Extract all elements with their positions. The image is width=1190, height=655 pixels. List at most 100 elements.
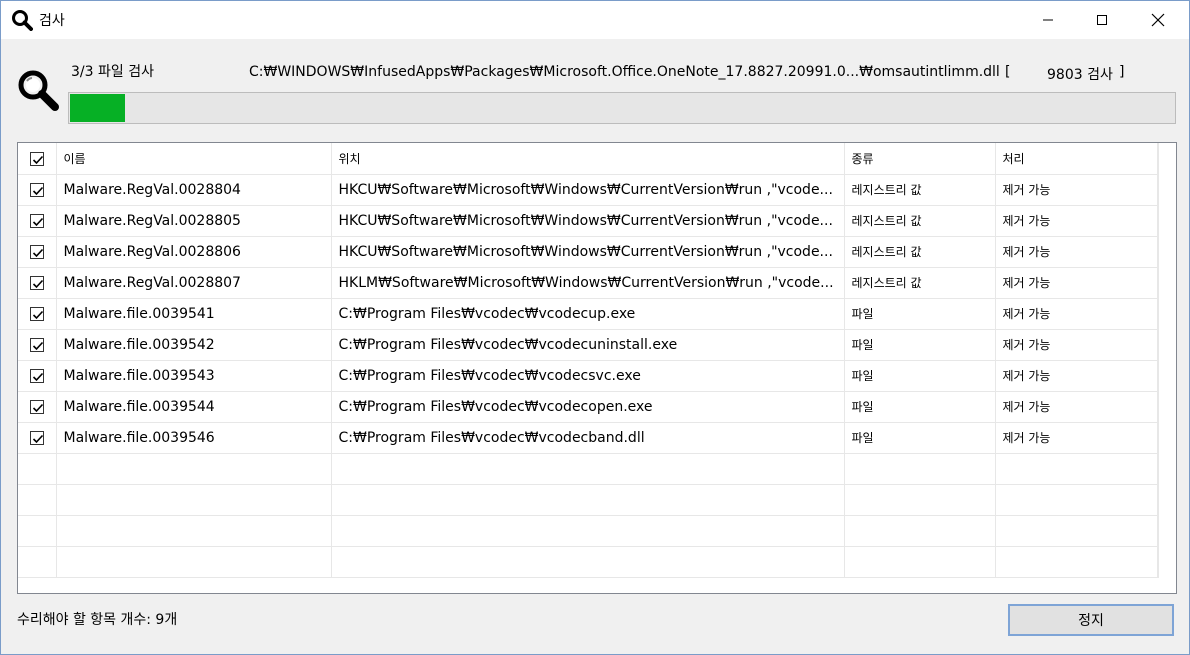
empty-cell <box>995 515 1158 547</box>
column-header-type[interactable]: 종류 <box>844 143 996 175</box>
table-row[interactable]: Malware.RegVal.0028804 HKCU₩Software₩Micr… <box>18 174 1159 206</box>
empty-cell <box>56 453 332 485</box>
scan-magnifier-icon <box>15 67 61 113</box>
row-checkbox-cell[interactable] <box>18 267 57 299</box>
row-name: Malware.file.0039544 <box>56 391 332 423</box>
row-filler <box>1157 267 1159 299</box>
minimize-button[interactable] <box>1025 1 1071 39</box>
close-icon <box>1151 13 1165 27</box>
minimize-icon <box>1043 19 1053 21</box>
maximize-icon <box>1097 15 1107 25</box>
empty-cell <box>331 484 845 516</box>
row-checkbox-cell[interactable] <box>18 236 57 268</box>
row-checkbox[interactable] <box>29 182 44 197</box>
row-checkbox[interactable] <box>29 430 44 445</box>
empty-cell <box>844 515 996 547</box>
row-checkbox-cell[interactable] <box>18 391 57 423</box>
column-header-filler <box>1157 143 1159 175</box>
close-button[interactable] <box>1135 1 1181 39</box>
row-checkbox-cell[interactable] <box>18 329 57 361</box>
row-checkbox[interactable] <box>29 275 44 290</box>
scan-progress-bar <box>68 92 1176 124</box>
empty-cell <box>331 515 845 547</box>
item-count-text: 수리해야 할 항목 개수: 9개 <box>17 612 178 628</box>
empty-cell <box>1157 546 1159 578</box>
row-filler <box>1157 174 1159 206</box>
empty-cell <box>56 546 332 578</box>
row-name: Malware.RegVal.0028807 <box>56 267 332 299</box>
row-name: Malware.file.0039542 <box>56 329 332 361</box>
table-row[interactable]: Malware.RegVal.0028806 HKCU₩Software₩Micr… <box>18 236 1159 268</box>
scan-bracket-open: [ <box>1005 64 1011 80</box>
empty-cell <box>18 453 57 485</box>
row-type: 파일 <box>844 360 996 392</box>
row-filler <box>1157 298 1159 330</box>
table-row[interactable]: Malware.file.0039543 C:₩Program Files₩vco… <box>18 360 1159 392</box>
empty-cell <box>844 453 996 485</box>
row-name: Malware.file.0039541 <box>56 298 332 330</box>
row-action: 제거 가능 <box>995 205 1158 237</box>
row-action: 제거 가능 <box>995 391 1158 423</box>
row-type: 파일 <box>844 298 996 330</box>
scan-bracket-close: ] <box>1119 64 1125 80</box>
row-type: 레지스트리 값 <box>844 267 996 299</box>
column-header-action[interactable]: 처리 <box>995 143 1158 175</box>
empty-row <box>18 546 1159 578</box>
row-name: Malware.file.0039543 <box>56 360 332 392</box>
empty-cell <box>995 453 1158 485</box>
row-checkbox-cell[interactable] <box>18 298 57 330</box>
empty-cell <box>844 484 996 516</box>
row-checkbox[interactable] <box>29 399 44 414</box>
row-name: Malware.RegVal.0028806 <box>56 236 332 268</box>
table-row[interactable]: Malware.RegVal.0028805 HKCU₩Software₩Micr… <box>18 205 1159 237</box>
empty-cell <box>1157 484 1159 516</box>
row-checkbox-cell[interactable] <box>18 174 57 206</box>
select-all-header[interactable] <box>18 143 57 175</box>
table-row[interactable]: Malware.file.0039546 C:₩Program Files₩vco… <box>18 422 1159 454</box>
scan-count-text: 3/3 파일 검사 <box>71 64 154 80</box>
results-table: 이름 위치 종류 처리 Malware.RegVal.0028804 HKCU₩S… <box>17 142 1177 594</box>
row-checkbox[interactable] <box>29 337 44 352</box>
select-all-checkbox[interactable] <box>29 151 44 166</box>
column-header-name[interactable]: 이름 <box>56 143 332 175</box>
row-name: Malware.RegVal.0028804 <box>56 174 332 206</box>
row-location: HKLM₩Software₩Microsoft₩Windows₩CurrentV… <box>331 267 845 299</box>
stop-button[interactable]: 정지 <box>1008 604 1174 636</box>
row-location: HKCU₩Software₩Microsoft₩Windows₩CurrentV… <box>331 205 845 237</box>
empty-cell <box>18 546 57 578</box>
current-scan-path: C:₩WINDOWS₩InfusedApps₩Packages₩Microsof… <box>249 64 1000 80</box>
table-row[interactable]: Malware.file.0039541 C:₩Program Files₩vco… <box>18 298 1159 330</box>
row-location: HKCU₩Software₩Microsoft₩Windows₩CurrentV… <box>331 174 845 206</box>
row-checkbox[interactable] <box>29 244 44 259</box>
maximize-button[interactable] <box>1079 1 1125 39</box>
row-checkbox-cell[interactable] <box>18 422 57 454</box>
row-name: Malware.RegVal.0028805 <box>56 205 332 237</box>
row-action: 제거 가능 <box>995 422 1158 454</box>
row-checkbox-cell[interactable] <box>18 205 57 237</box>
empty-cell <box>18 484 57 516</box>
row-checkbox[interactable] <box>29 213 44 228</box>
row-filler <box>1157 329 1159 361</box>
column-header-location[interactable]: 위치 <box>331 143 845 175</box>
row-checkbox-cell[interactable] <box>18 360 57 392</box>
table-row[interactable]: Malware.file.0039542 C:₩Program Files₩vco… <box>18 329 1159 361</box>
row-action: 제거 가능 <box>995 174 1158 206</box>
empty-cell <box>995 484 1158 516</box>
row-type: 레지스트리 값 <box>844 205 996 237</box>
table-header-row: 이름 위치 종류 처리 <box>18 143 1159 175</box>
row-checkbox[interactable] <box>29 306 44 321</box>
row-location: C:₩Program Files₩vcodec₩vcodecup.exe <box>331 298 845 330</box>
scan-window: 검사 3/3 파일 검사 C:₩WINDOWS₩InfusedApps₩Pack… <box>0 0 1190 655</box>
row-filler <box>1157 391 1159 423</box>
row-location: C:₩Program Files₩vcodec₩vcodecopen.exe <box>331 391 845 423</box>
empty-cell <box>1157 515 1159 547</box>
table-row[interactable]: Malware.file.0039544 C:₩Program Files₩vco… <box>18 391 1159 423</box>
row-action: 제거 가능 <box>995 298 1158 330</box>
empty-cell <box>331 453 845 485</box>
row-filler <box>1157 360 1159 392</box>
row-checkbox[interactable] <box>29 368 44 383</box>
table-row[interactable]: Malware.RegVal.0028807 HKLM₩Software₩Micr… <box>18 267 1159 299</box>
row-action: 제거 가능 <box>995 360 1158 392</box>
row-type: 레지스트리 값 <box>844 236 996 268</box>
title-bar: 검사 <box>1 1 1189 39</box>
